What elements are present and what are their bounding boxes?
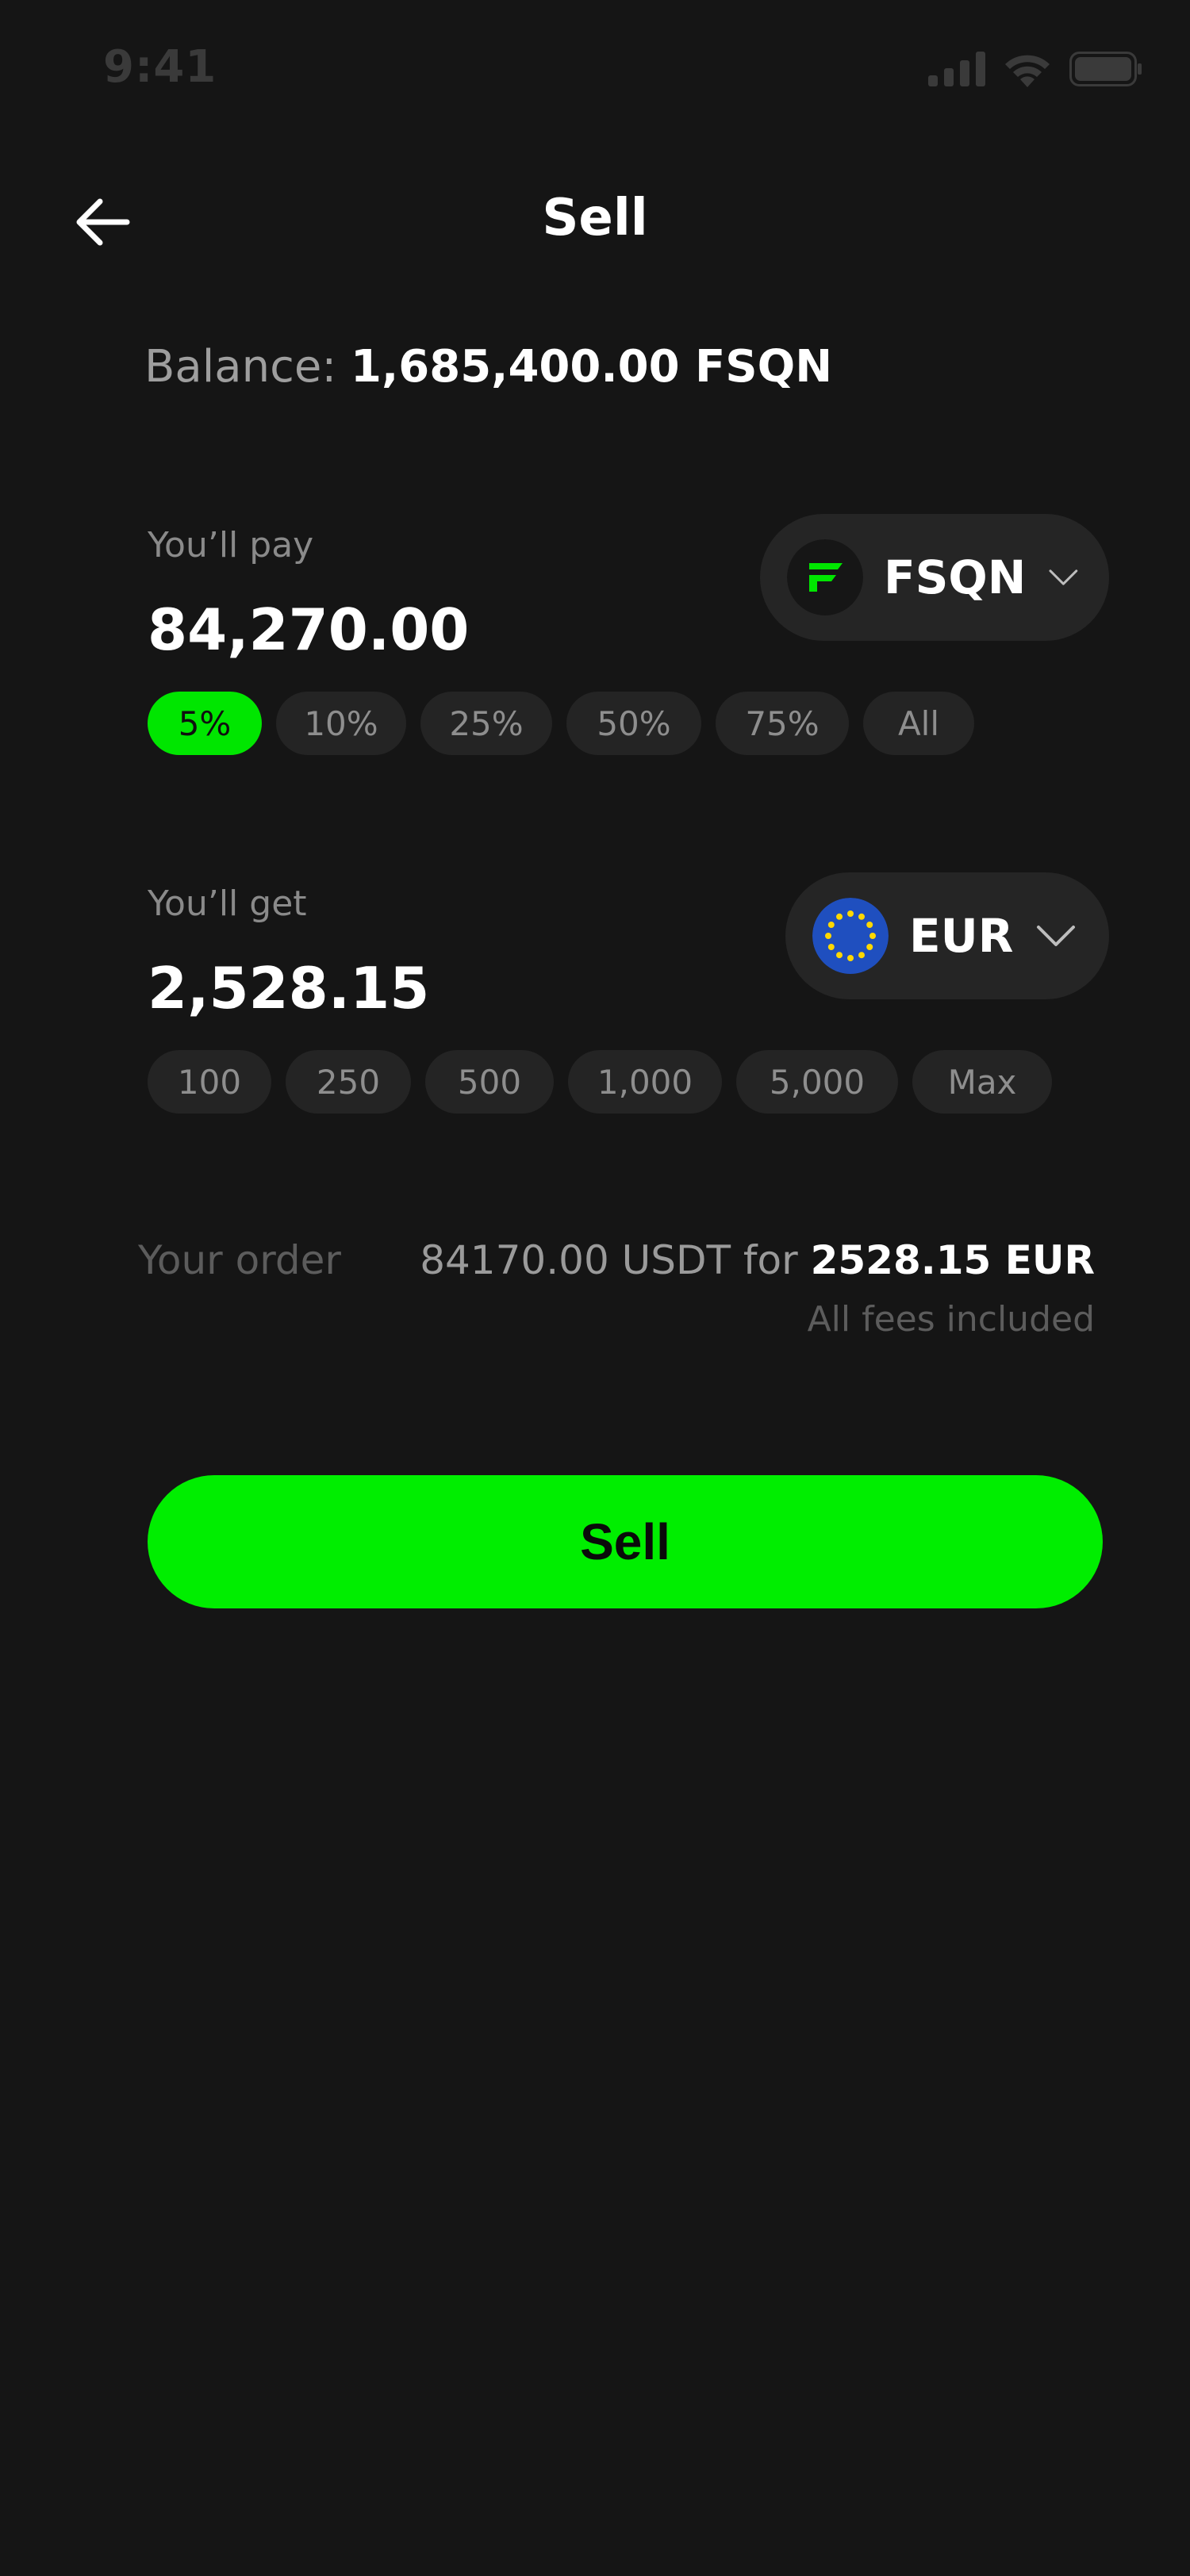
chip-50-percent[interactable]: 50% — [566, 692, 701, 755]
wifi-icon — [1005, 55, 1050, 87]
get-amount-chips: 100 250 500 1,000 5,000 Max — [148, 1050, 1052, 1114]
chip-5-percent[interactable]: 5% — [148, 692, 262, 755]
fees-note: All fees included — [807, 1299, 1095, 1340]
eu-flag-icon — [812, 898, 889, 974]
balance-value: 1,685,400.00 FSQN — [351, 341, 833, 393]
get-label: You’ll get — [148, 884, 307, 924]
order-label: Your order — [138, 1237, 341, 1283]
get-currency-code: EUR — [909, 909, 1014, 963]
signal-icon — [928, 52, 985, 86]
balance: Balance: 1,685,400.00 FSQN — [144, 341, 832, 393]
status-time: 9:41 — [103, 41, 217, 93]
chip-all[interactable]: All — [863, 692, 974, 755]
chip-100[interactable]: 100 — [148, 1050, 271, 1114]
chip-250[interactable]: 250 — [286, 1050, 411, 1114]
order-pay-text: 84170.00 USDT for — [420, 1237, 798, 1283]
order-get-text: 2528.15 EUR — [810, 1237, 1095, 1283]
pay-currency-selector[interactable]: FSQN — [760, 514, 1109, 641]
fsqn-logo-icon — [787, 539, 863, 615]
chip-500[interactable]: 500 — [425, 1050, 554, 1114]
chip-10-percent[interactable]: 10% — [276, 692, 406, 755]
pay-label: You’ll pay — [148, 525, 314, 565]
chip-5000[interactable]: 5,000 — [736, 1050, 898, 1114]
pay-currency-code: FSQN — [884, 550, 1027, 604]
chip-max[interactable]: Max — [912, 1050, 1052, 1114]
pay-percentage-chips: 5% 10% 25% 50% 75% All — [148, 692, 974, 755]
order-summary: 84170.00 USDT for 2528.15 EUR — [420, 1237, 1095, 1283]
get-amount-input[interactable]: 2,528.15 — [148, 955, 429, 1022]
sell-button[interactable]: Sell — [148, 1475, 1103, 1608]
battery-icon — [1069, 52, 1142, 86]
chevron-down-icon — [1037, 926, 1076, 946]
chevron-down-icon — [1049, 569, 1078, 585]
get-currency-selector[interactable]: EUR — [785, 872, 1109, 999]
pay-amount-input[interactable]: 84,270.00 — [148, 596, 469, 663]
chip-25-percent[interactable]: 25% — [420, 692, 552, 755]
balance-label: Balance: — [144, 341, 337, 393]
chip-75-percent[interactable]: 75% — [716, 692, 849, 755]
chip-1000[interactable]: 1,000 — [568, 1050, 722, 1114]
page-title: Sell — [542, 189, 648, 247]
status-icons — [928, 51, 1142, 87]
